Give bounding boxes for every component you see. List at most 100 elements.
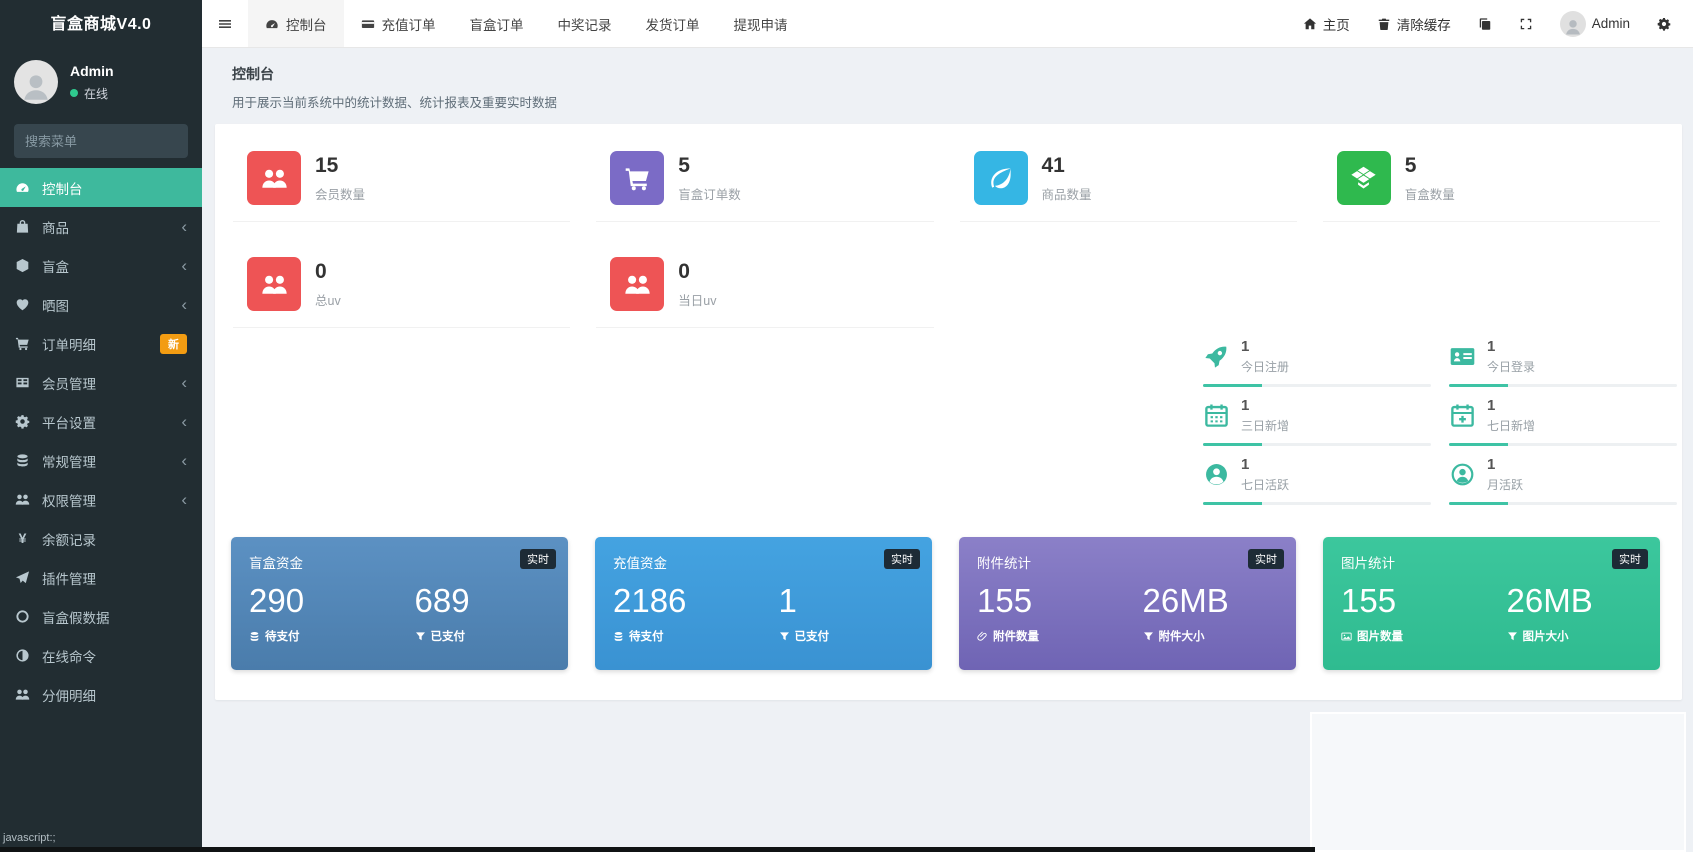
online-dot-icon xyxy=(70,89,78,97)
cart-icon xyxy=(610,151,664,205)
stat-value: 5 xyxy=(1405,154,1455,178)
sidebar-menu: 控制台 商品‹ 盲盒‹ 晒图‹ 订单明细新 会员管理‹ 平台设置‹ 常规管理‹ … xyxy=(0,168,202,714)
sidebar-item-label: 权限管理 xyxy=(42,490,96,510)
progress-bar xyxy=(1203,443,1431,446)
sidebar-item-plugins[interactable]: 插件管理 xyxy=(0,558,202,597)
sidebar-item-members[interactable]: 会员管理‹ xyxy=(0,363,202,402)
calendar-icon xyxy=(1203,402,1230,429)
mini-stat-label: 七日活跃 xyxy=(1241,476,1289,493)
sidebar-item-label: 在线命令 xyxy=(42,646,96,666)
user-menu[interactable]: Admin xyxy=(1560,11,1630,37)
user-circle-icon xyxy=(1203,461,1230,488)
sidebar-item-photos[interactable]: 晒图 ‹ xyxy=(0,285,202,324)
sidebar: 盲盒商城V4.0 Admin 在线 控制台 商品‹ 盲盒‹ 晒图‹ 订单明细新 … xyxy=(0,0,202,852)
card-title: 盲盒资金 xyxy=(249,552,550,572)
yen-icon: ¥ xyxy=(15,531,30,546)
sidebar-item-dashboard[interactable]: 控制台 xyxy=(0,168,202,207)
filter-icon xyxy=(779,631,790,642)
stats-card-images: 图片统计 实时 155图片数量 26MB图片大小 xyxy=(1323,537,1660,670)
fullscreen-button[interactable] xyxy=(1519,17,1533,31)
users-icon xyxy=(610,257,664,311)
card-title: 充值资金 xyxy=(613,552,914,572)
sidebar-item-label: 分佣明细 xyxy=(42,685,96,705)
rocket-icon xyxy=(1203,343,1230,370)
fund-card-blindbox: 盲盒资金 实时 290待支付 689已支付 xyxy=(231,537,568,670)
filter-icon xyxy=(1143,631,1154,642)
sidebar-item-balance-records[interactable]: ¥ 余额记录 xyxy=(0,519,202,558)
sidebar-item-label: 余额记录 xyxy=(42,529,96,549)
stat-label: 盲盒订单数 xyxy=(678,184,741,203)
copy-button[interactable] xyxy=(1478,17,1492,31)
clear-cache-button[interactable]: 清除缓存 xyxy=(1377,14,1451,34)
user-panel: Admin 在线 xyxy=(0,50,202,118)
progress-bar xyxy=(1203,502,1431,505)
card-value: 689 xyxy=(415,583,550,619)
sidebar-item-goods[interactable]: 商品‹ xyxy=(0,207,202,246)
home-button[interactable]: 主页 xyxy=(1303,14,1350,34)
page-header: 控制台 用于展示当前系统中的统计数据、统计报表及重要实时数据 xyxy=(232,64,557,111)
tab-label: 中奖记录 xyxy=(558,14,612,34)
tab-prize-records[interactable]: 中奖记录 xyxy=(541,0,629,47)
tab-recharge-orders[interactable]: 充值订单 xyxy=(344,0,453,47)
leaf-icon xyxy=(974,151,1028,205)
sidebar-item-order-detail[interactable]: 订单明细新 xyxy=(0,324,202,363)
sidebar-item-blindbox-fakedata[interactable]: 盲盒假数据 xyxy=(0,597,202,636)
table-icon xyxy=(15,375,30,390)
heart-icon xyxy=(15,297,30,312)
sidebar-item-label: 晒图 xyxy=(42,295,69,315)
chevron-left-icon: ‹ xyxy=(181,296,187,313)
mini-stat-seven-day-active: 1七日活跃 xyxy=(1203,456,1431,515)
sidebar-item-general-mgmt[interactable]: 常规管理‹ xyxy=(0,441,202,480)
tab-dashboard[interactable]: 控制台 xyxy=(248,0,344,47)
tab-blindbox-orders[interactable]: 盲盒订单 xyxy=(453,0,541,47)
realtime-badge: 实时 xyxy=(1248,549,1284,569)
card-value: 26MB xyxy=(1507,583,1642,619)
filter-icon xyxy=(1507,631,1518,642)
stat-card-products: 41商品数量 xyxy=(960,151,1297,222)
card-value: 155 xyxy=(1341,583,1507,619)
tab-label: 发货订单 xyxy=(646,14,700,34)
sidebar-search xyxy=(14,124,188,158)
sidebar-item-platform-settings[interactable]: 平台设置‹ xyxy=(0,402,202,441)
card-value-label: 图片大小 xyxy=(1523,628,1569,644)
card-value: 1 xyxy=(779,583,914,619)
paper-plane-icon xyxy=(15,570,30,585)
sidebar-item-commission-detail[interactable]: 分佣明细 xyxy=(0,675,202,714)
image-icon xyxy=(1341,631,1352,642)
user-name: Admin xyxy=(70,63,114,79)
users-icon xyxy=(247,151,301,205)
card-value-label: 附件大小 xyxy=(1159,628,1205,644)
stat-label: 盲盒数量 xyxy=(1405,184,1455,203)
bottom-right-panel xyxy=(1310,712,1686,852)
hamburger-menu-button[interactable] xyxy=(202,0,248,47)
settings-button[interactable] xyxy=(1657,17,1671,31)
sidebar-item-label: 盲盒假数据 xyxy=(42,607,110,627)
tab-withdrawal-requests[interactable]: 提现申请 xyxy=(717,0,805,47)
tab-label: 充值订单 xyxy=(382,14,436,34)
users-icon xyxy=(247,257,301,311)
mini-stat-month-active: 1月活跃 xyxy=(1449,456,1677,515)
card-value: 2186 xyxy=(613,583,779,619)
stat-card-total-uv: 0总uv xyxy=(233,257,570,328)
circle-icon xyxy=(15,609,30,624)
fund-card-recharge: 充值资金 实时 2186待支付 1已支付 xyxy=(595,537,932,670)
mini-stats-grid: 1今日注册 1今日登录 1三日新增 1七日新增 1七日活跃 1月活跃 xyxy=(1203,338,1677,515)
sidebar-item-online-command[interactable]: 在线命令 xyxy=(0,636,202,675)
sidebar-item-label: 控制台 xyxy=(42,178,83,198)
browser-status-text: javascript:; xyxy=(3,832,56,844)
tab-shipping-orders[interactable]: 发货订单 xyxy=(629,0,717,47)
stat-value: 5 xyxy=(678,154,741,178)
id-card-icon xyxy=(1449,343,1476,370)
stat-label: 会员数量 xyxy=(315,184,365,203)
sidebar-item-blindbox[interactable]: 盲盒‹ xyxy=(0,246,202,285)
expand-icon xyxy=(1519,17,1533,31)
page-subtitle: 用于展示当前系统中的统计数据、统计报表及重要实时数据 xyxy=(232,92,557,111)
sidebar-item-permissions[interactable]: 权限管理‹ xyxy=(0,480,202,519)
search-input[interactable] xyxy=(25,134,201,149)
card-value: 26MB xyxy=(1143,583,1278,619)
card-value-label: 附件数量 xyxy=(993,628,1039,644)
stat-value: 15 xyxy=(315,154,365,178)
mini-stat-value: 1 xyxy=(1487,338,1535,355)
mini-stat-seven-day-new: 1七日新增 xyxy=(1449,397,1677,456)
stats-grid: 15会员数量 5盲盒订单数 41商品数量 5盲盒数量 0总uv 0当日uv xyxy=(233,151,1660,363)
